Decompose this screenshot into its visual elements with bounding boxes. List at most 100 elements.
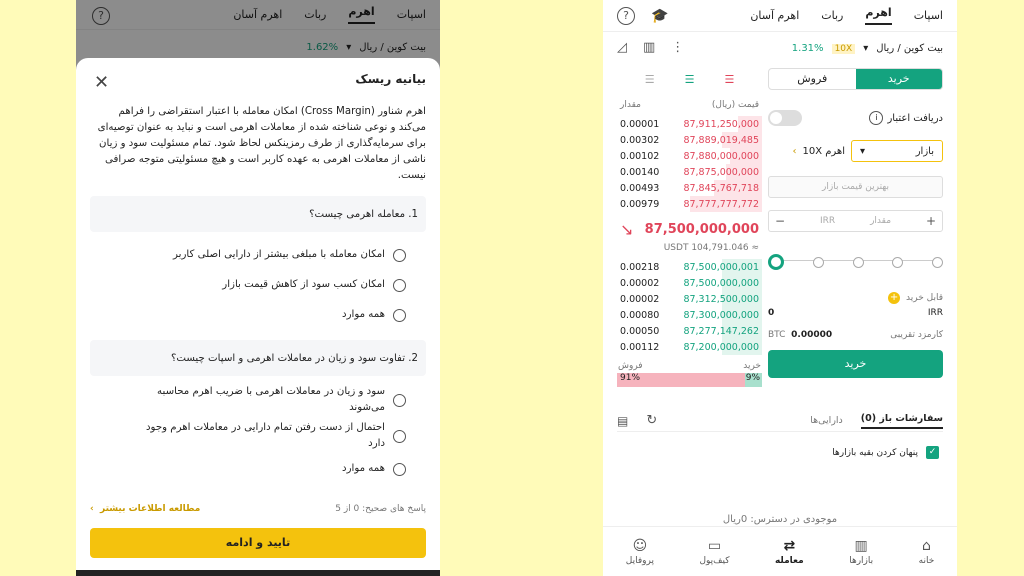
orderbook-buy-view-icon[interactable]: ☰ (685, 73, 695, 86)
modal-intro: اهرم شناور (Cross Margin) امکان معامله ب… (97, 106, 426, 181)
tab-spot[interactable]: اسپات (914, 9, 943, 22)
fee-value: 0.00000 (791, 330, 833, 340)
ob-header-amount: مقدار (620, 100, 641, 110)
amount-input[interactable]: + مقدار IRR − (768, 210, 943, 232)
buy-tab[interactable]: خرید (855, 69, 942, 89)
nav-profile[interactable]: ☺ پروفایل (626, 538, 654, 566)
tab-bot[interactable]: ربات (821, 9, 843, 22)
ask-row[interactable]: 87,845,767,718 0.00493 (617, 180, 762, 196)
last-price: 87,500,000,000 (644, 222, 759, 237)
add-circle-icon[interactable]: + (888, 292, 901, 304)
ob-price: 87,875,000,000 (683, 166, 759, 178)
price-change: 1.31% (791, 43, 824, 54)
bid-row[interactable]: 87,500,000,001 0.00218 (617, 259, 762, 275)
ob-price: 87,500,000,000 (683, 277, 759, 289)
trend-down-icon: ↘ (620, 220, 634, 239)
slider-step[interactable] (812, 256, 824, 268)
available-unit: IRR (927, 308, 943, 318)
ob-price: 87,500,000,001 (683, 261, 759, 273)
ob-amount: 0.00140 (620, 166, 660, 178)
leverage-badge: 10X (831, 43, 856, 54)
tab-assets[interactable]: دارایی‌ها (810, 415, 843, 426)
available-label: قابل خرید (906, 293, 943, 303)
ask-row[interactable]: 87,880,000,000 0.00102 (617, 148, 762, 164)
credit-label: دریافت اعتبار (887, 112, 943, 124)
more-vertical-icon[interactable]: ⋮ (671, 40, 684, 55)
nav-wallet[interactable]: ▭ کیف‌پول (699, 538, 729, 566)
bid-row[interactable]: 87,500,000,000 0.00002 (617, 275, 762, 291)
more-info-link[interactable]: مطالعه اطلاعات بیشتر › (90, 504, 200, 514)
chevron-left-icon: › (90, 504, 94, 514)
checkbox-checked-icon[interactable]: ✓ (926, 446, 939, 459)
leverage-selector[interactable]: اهرم 10X (802, 146, 845, 157)
bid-row[interactable]: 87,312,500,000 0.00002 (617, 291, 762, 307)
q1-option-2[interactable]: امکان کسب سود از کاهش قیمت بازار (90, 270, 426, 300)
ask-row[interactable]: 87,911,250,000 0.00001 (617, 116, 762, 132)
asks-list: 87,911,250,000 0.00001 87,889,019,485 0.003… (617, 116, 762, 212)
radio-icon[interactable] (393, 429, 406, 443)
nav-markets[interactable]: ▥ بازارها (849, 538, 873, 566)
ask-row[interactable]: 87,889,019,485 0.00302 (617, 132, 762, 148)
risk-modal: بیانیه ریسک ✕ اهرم شناور (Cross Margin) … (76, 58, 440, 576)
last-price-row[interactable]: 87,500,000,000 ↘ (617, 220, 762, 239)
slider-step[interactable] (852, 256, 864, 268)
refresh-icon[interactable]: ↻ (646, 413, 657, 428)
credit-row: دریافت اعتبار i (768, 110, 943, 126)
bottom-nav: ⌂ خانه ▥ بازارها ⇄ معامله ▭ کیف‌پول ☺ پروفایل (603, 526, 957, 576)
orderbook-sell-view-icon[interactable]: ☰ (724, 73, 734, 86)
graduation-cap-icon[interactable]: 🎓 (651, 8, 668, 24)
hide-other-markets[interactable]: ✓ پنهان کردن بقیه بازارها (832, 446, 939, 459)
nav-trade[interactable]: ⇄ معامله (775, 538, 804, 566)
radio-icon[interactable] (393, 393, 406, 407)
nav-home[interactable]: ⌂ خانه (919, 538, 935, 566)
list-icon[interactable]: ▤ (617, 414, 628, 428)
order-type-select[interactable]: بازار ▾ (851, 140, 943, 162)
close-icon[interactable]: ✕ (94, 72, 109, 93)
question-1: 1. معامله اهرمی چیست؟ (90, 196, 426, 232)
credit-toggle[interactable] (768, 110, 802, 126)
chevron-left-icon[interactable]: › (792, 146, 796, 157)
confirm-button[interactable]: تایید و ادامه (90, 528, 426, 558)
orderbook-both-view-icon[interactable]: ☰ (645, 73, 655, 86)
bid-row[interactable]: 87,300,000,000 0.00080 (617, 307, 762, 323)
help-icon[interactable]: ? (617, 7, 635, 25)
pair-selector[interactable]: بیت کوین / ریال ▾ 10X 1.31% (792, 43, 943, 54)
price-input[interactable]: بهترین قیمت بازار (768, 176, 943, 198)
radio-icon[interactable] (393, 308, 406, 322)
slider-step[interactable] (892, 256, 904, 268)
q2-option-2[interactable]: احتمال از دست رفتن تمام دارایی در معاملا… (90, 418, 426, 454)
buy-button[interactable]: خرید (768, 350, 943, 378)
radio-icon[interactable] (393, 248, 406, 262)
available-value: 0 (768, 308, 775, 318)
order-book: ☰ ☰ ☰ قیمت (ریال) مقدار 87,911,250,000 0.… (617, 68, 762, 408)
left-screen: اسپات اهرم ربات اهرم آسان ? بیت کوین / ر… (76, 0, 440, 576)
percent-slider[interactable] (768, 254, 943, 270)
ob-price: 87,312,500,000 (683, 293, 759, 305)
ask-row[interactable]: 87,777,777,772 0.00979 (617, 196, 762, 212)
bid-row[interactable]: 87,277,147,262 0.00050 (617, 323, 762, 339)
sell-tab[interactable]: فروش (769, 69, 856, 89)
minus-icon[interactable]: − (775, 214, 785, 228)
q1-option-1[interactable]: امکان معامله با مبلغی بیشتر از دارایی اص… (90, 240, 426, 270)
tab-open-orders[interactable]: سفارشات باز (0) (860, 413, 943, 429)
bid-row[interactable]: 87,200,000,000 0.00112 (617, 339, 762, 355)
ratio-buy: 9% (744, 373, 762, 387)
type-row: بازار ▾ اهرم 10X › (768, 140, 943, 162)
ob-price: 87,300,000,000 (683, 309, 759, 321)
tab-easy-leverage[interactable]: اهرم آسان (750, 9, 799, 22)
question-2: 2. تفاوت سود و زیان در معاملات اهرمی و ا… (90, 340, 426, 376)
radio-icon[interactable] (393, 462, 406, 476)
slider-handle[interactable] (768, 254, 784, 270)
radio-icon[interactable] (393, 278, 406, 292)
buy-sell-ratio-bar: 9% 91% (617, 373, 762, 387)
q2-option-1[interactable]: سود و زیان در معاملات اهرمی با ضریب اهرم… (90, 382, 426, 418)
ask-row[interactable]: 87,875,000,000 0.00140 (617, 164, 762, 180)
tab-leverage[interactable]: اهرم (865, 6, 892, 25)
bar-chart-icon[interactable]: ▥ (643, 40, 655, 55)
q1-option-3[interactable]: همه موارد (90, 300, 426, 330)
slider-step[interactable] (932, 256, 943, 268)
q2-option-3[interactable]: همه موارد (90, 454, 426, 484)
plus-icon[interactable]: + (926, 214, 936, 228)
line-chart-icon[interactable]: ◿ (617, 40, 627, 55)
info-icon[interactable]: i (869, 111, 884, 125)
